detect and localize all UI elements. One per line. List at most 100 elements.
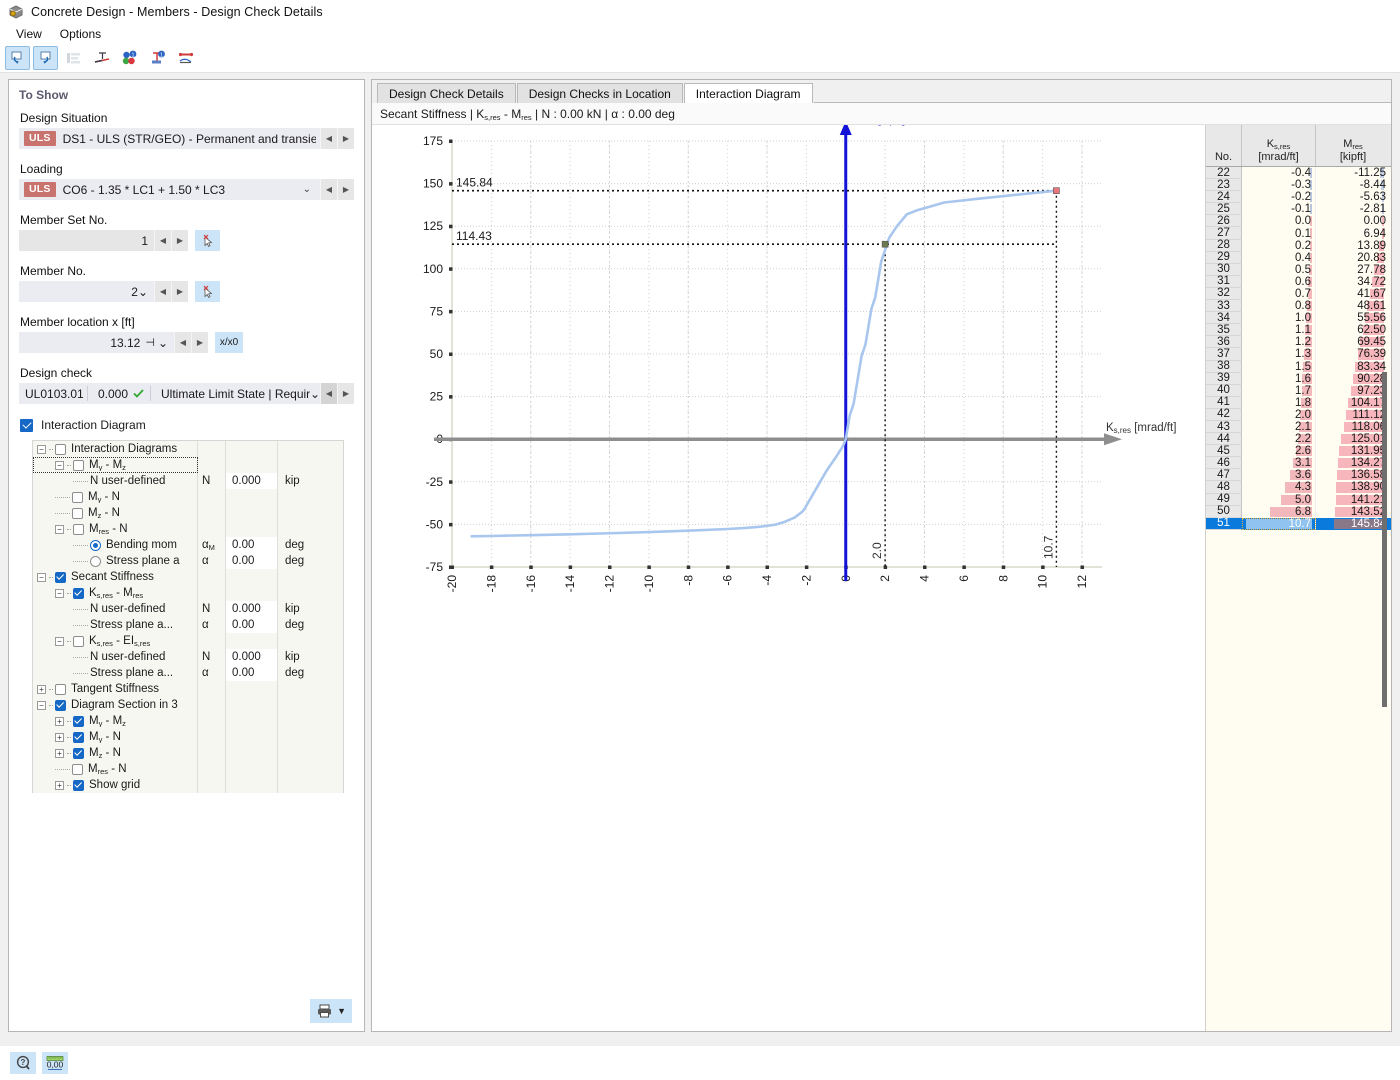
tree-value-cell[interactable] <box>226 569 278 585</box>
tree-row[interactable]: − Mres - N <box>33 521 343 537</box>
design-check-info-button[interactable]: 1 <box>145 46 170 70</box>
table-row[interactable]: 38 1.5 83.34 <box>1206 360 1391 373</box>
tree-checkbox[interactable] <box>55 699 66 711</box>
tree-value-cell[interactable] <box>226 633 278 649</box>
relative-location-toggle[interactable]: x/x0 <box>215 332 243 353</box>
tree-checkbox[interactable] <box>73 635 84 647</box>
table-row[interactable]: 37 1.3 76.39 <box>1206 348 1391 361</box>
interaction-diagram-chart[interactable]: -75-50-250255075100125150175-20-18-16-14… <box>372 125 1205 1031</box>
member-set-no-prev-button[interactable]: ◀ <box>154 230 171 251</box>
tree-row[interactable]: Mres - N <box>33 761 343 777</box>
tree-checkbox[interactable] <box>73 747 84 759</box>
tab-design-check-details[interactable]: Design Check Details <box>377 83 516 103</box>
table-row[interactable]: 26 0.0 0.00 <box>1206 215 1391 228</box>
tree-row[interactable]: Mz - N <box>33 505 343 521</box>
member-set-no-input[interactable]: 1 <box>19 230 154 251</box>
tree-row[interactable]: N user-defined N 0.000 kip <box>33 601 343 617</box>
tree-row[interactable]: − Ks,res - Mres <box>33 585 343 601</box>
tree-row[interactable]: My - N <box>33 489 343 505</box>
tree-value-cell[interactable]: 0.00 <box>226 617 278 633</box>
tab-design-checks-in-location[interactable]: Design Checks in Location <box>516 83 683 103</box>
table-row[interactable]: 27 0.1 6.94 <box>1206 227 1391 240</box>
menu-item-options[interactable]: Options <box>52 25 109 43</box>
interaction-diagram-toggle[interactable]: Interaction Diagram <box>20 418 354 432</box>
tree-value-cell[interactable] <box>226 729 278 745</box>
tree-value-cell[interactable] <box>226 457 278 473</box>
tree-value-cell[interactable]: 0.000 <box>226 473 278 489</box>
tree-collapse-icon[interactable]: − <box>37 444 46 454</box>
table-row[interactable]: 22 -0.4 -11.25 <box>1206 167 1391 180</box>
tree-row[interactable]: − Secant Stiffness <box>33 569 343 585</box>
tree-radio[interactable] <box>90 555 101 567</box>
table-scrollbar-thumb[interactable] <box>1382 372 1387 707</box>
tree-value-cell[interactable]: 0.000 <box>226 601 278 617</box>
design-situation-next-button[interactable]: ▶ <box>337 128 354 149</box>
tree-collapse-icon[interactable]: − <box>55 636 64 646</box>
table-row[interactable]: 31 0.6 34.72 <box>1206 275 1391 288</box>
tree-row[interactable]: − My - Mz <box>33 457 343 473</box>
table-row[interactable]: 30 0.5 27.78 <box>1206 263 1391 276</box>
tab-interaction-diagram[interactable]: Interaction Diagram <box>683 83 813 104</box>
tree-checkbox[interactable] <box>55 571 66 583</box>
table-body[interactable]: 22 -0.4 -11.25 23 -0.3 -8.44 24 -0.2 -5.63 25 -0.1… <box>1206 167 1391 1031</box>
help-button[interactable]: ? <box>10 1052 36 1074</box>
design-ratio-button[interactable]: 1 <box>117 46 142 70</box>
tree-value-cell[interactable]: 0.00 <box>226 665 278 681</box>
tree-expand-icon[interactable]: + <box>55 748 64 758</box>
tree-checkbox[interactable] <box>72 507 83 519</box>
table-row[interactable]: 39 1.6 90.28 <box>1206 372 1391 385</box>
member-set-pick-button[interactable] <box>195 230 220 251</box>
tree-expand-icon[interactable]: + <box>55 732 64 742</box>
tree-value-cell[interactable] <box>226 761 278 777</box>
table-row[interactable]: 51 10.7 145.84 <box>1206 517 1391 530</box>
tree-value-cell[interactable] <box>226 713 278 729</box>
tree-row[interactable]: + My - N <box>33 729 343 745</box>
tree-checkbox[interactable] <box>73 731 84 743</box>
loading-prev-button[interactable]: ◀ <box>320 179 337 200</box>
tree-collapse-icon[interactable]: − <box>55 588 64 598</box>
table-row[interactable]: 49 5.0 141.21 <box>1206 493 1391 506</box>
design-situation-prev-button[interactable]: ◀ <box>320 128 337 149</box>
table-row[interactable]: 44 2.2 125.01 <box>1206 433 1391 446</box>
table-row[interactable]: 47 3.6 136.58 <box>1206 469 1391 482</box>
interaction-diagram-tree[interactable]: − Interaction Diagrams − My - Mz N user-defi… <box>32 440 344 793</box>
tree-collapse-icon[interactable]: − <box>55 460 64 470</box>
table-row[interactable]: 29 0.4 20.83 <box>1206 251 1391 264</box>
tree-radio[interactable] <box>90 539 101 551</box>
menu-item-view[interactable]: View <box>8 25 50 43</box>
member-no-prev-button[interactable]: ◀ <box>154 281 171 302</box>
design-situation-combo[interactable]: ULS DS1 - ULS (STR/GEO) - Permanent and … <box>19 128 320 149</box>
member-set-no-next-button[interactable]: ▶ <box>171 230 188 251</box>
tree-collapse-icon[interactable]: − <box>37 700 46 710</box>
tree-row[interactable]: Stress plane a... α 0.00 deg <box>33 617 343 633</box>
tree-value-cell[interactable] <box>226 697 278 713</box>
table-row[interactable]: 28 0.2 13.89 <box>1206 239 1391 252</box>
table-row[interactable]: 36 1.2 69.45 <box>1206 336 1391 349</box>
tree-row[interactable]: Stress plane a... α 0.00 deg <box>33 665 343 681</box>
tree-collapse-icon[interactable]: − <box>37 572 46 582</box>
tree-collapse-icon[interactable]: − <box>55 524 64 534</box>
member-no-input[interactable]: 2 ⌄ <box>19 281 154 302</box>
tree-row[interactable]: + Mz - N <box>33 745 343 761</box>
tree-value-cell[interactable]: 0.00 <box>226 537 278 553</box>
max-point-marker[interactable] <box>1053 187 1060 194</box>
member-location-input[interactable]: 13.12 ⊣ ⌄ <box>19 332 174 353</box>
tree-checkbox[interactable] <box>55 683 66 695</box>
tree-value-cell[interactable] <box>226 681 278 697</box>
tree-expand-icon[interactable]: + <box>55 780 64 790</box>
tree-checkbox[interactable] <box>73 587 84 599</box>
member-location-next-button[interactable]: ▶ <box>191 332 208 353</box>
tree-row[interactable]: N user-defined N 0.000 kip <box>33 473 343 489</box>
table-row[interactable]: 32 0.7 41.67 <box>1206 287 1391 301</box>
redo-view-button[interactable] <box>33 46 58 70</box>
tree-value-cell[interactable] <box>226 777 278 793</box>
table-row[interactable]: 46 3.1 134.27 <box>1206 457 1391 470</box>
table-row[interactable]: 45 2.6 131.95 <box>1206 445 1391 458</box>
design-check-next-button[interactable]: ▶ <box>337 383 354 404</box>
member-diagram-button[interactable] <box>173 46 198 70</box>
table-row[interactable]: 40 1.7 97.23 <box>1206 384 1391 397</box>
table-row[interactable]: 35 1.1 62.50 <box>1206 324 1391 337</box>
tree-checkbox[interactable] <box>72 491 83 503</box>
table-row[interactable]: 34 1.0 55.56 <box>1206 312 1391 325</box>
table-row[interactable]: 43 2.1 118.06 <box>1206 421 1391 434</box>
